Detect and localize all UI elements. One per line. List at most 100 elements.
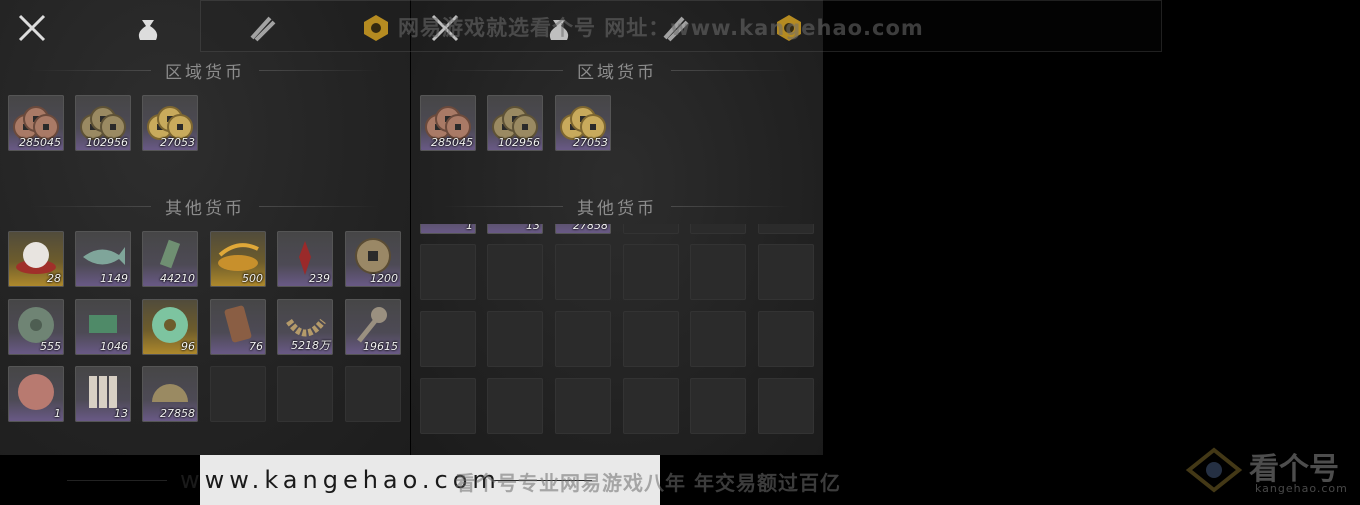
- item-slot[interactable]: 285045: [420, 95, 476, 151]
- item-slot[interactable]: 76: [210, 299, 266, 355]
- section-header-other: 其他货币: [0, 195, 410, 219]
- divider: [671, 69, 791, 71]
- item-slot[interactable]: 19615: [345, 299, 401, 355]
- item-quantity: 239: [309, 272, 330, 285]
- divider: [31, 205, 151, 207]
- divider: [67, 480, 167, 481]
- empty-slot: [623, 311, 679, 367]
- clipped-slot-strip: [758, 224, 814, 234]
- item-slot[interactable]: 27053: [555, 95, 611, 151]
- divider: [259, 69, 379, 71]
- item-slot[interactable]: 555: [8, 299, 64, 355]
- item-quantity: 27858: [573, 224, 608, 232]
- divider: [31, 69, 151, 71]
- item-slot: 27858: [555, 224, 611, 234]
- item-slot[interactable]: 102956: [75, 95, 131, 151]
- item-quantity: 285045: [431, 136, 473, 149]
- item-quantity: 1046: [100, 340, 128, 353]
- empty-slot: [345, 366, 401, 422]
- item-quantity: 27053: [160, 136, 195, 149]
- item-quantity: 555: [40, 340, 61, 353]
- pouch-icon: [138, 20, 158, 40]
- item-quantity: 102956: [86, 136, 128, 149]
- eye-logo-icon: [1185, 447, 1243, 493]
- crossed-swords-icon: [18, 14, 46, 42]
- empty-slot: [555, 378, 611, 434]
- item-quantity: 500: [242, 272, 263, 285]
- watermark-logo: 看个号 kangehao.com: [1185, 438, 1355, 500]
- item-quantity: 13: [114, 407, 128, 420]
- item-slot[interactable]: 1046: [75, 299, 131, 355]
- empty-slot: [210, 366, 266, 422]
- watermark-url: www.kangehao.com: [180, 466, 501, 494]
- empty-slot: [690, 311, 746, 367]
- item-quantity: 13: [526, 224, 540, 232]
- empty-slot: [623, 244, 679, 300]
- section-title-other: 其他货币: [577, 198, 657, 219]
- inventory-panel-right: 区域货币 其他货币 285045 102956 27053 1 13 27858: [411, 0, 823, 455]
- empty-slot: [690, 244, 746, 300]
- empty-slot: [555, 311, 611, 367]
- item-quantity: 1149: [100, 272, 128, 285]
- empty-slot: [623, 224, 679, 234]
- item-quantity: 27858: [160, 407, 195, 420]
- empty-slot: [555, 244, 611, 300]
- watermark-text-top: 网易游戏就选看个号 网址：www.kangehao.com: [398, 16, 924, 40]
- empty-slot: [487, 378, 543, 434]
- inventory-panel-left: 区域货币 其他货币 285045 102956 27053 28 1149 44210 50…: [0, 0, 410, 455]
- item-quantity: 102956: [498, 136, 540, 149]
- section-header-other: 其他货币: [411, 195, 823, 219]
- item-slot[interactable]: 285045: [8, 95, 64, 151]
- divider: [443, 69, 563, 71]
- section-title-other: 其他货币: [165, 198, 245, 219]
- item-slot[interactable]: 102956: [487, 95, 543, 151]
- item-slot[interactable]: 1149: [75, 231, 131, 287]
- item-quantity: 44210: [160, 272, 195, 285]
- item-slot[interactable]: 1200: [345, 231, 401, 287]
- item-slot[interactable]: 5218万: [277, 299, 333, 355]
- empty-slot: [487, 244, 543, 300]
- empty-slot: [420, 244, 476, 300]
- empty-slot: [277, 366, 333, 422]
- item-quantity: 1: [466, 224, 473, 232]
- clipped-slot-strip: 1: [420, 224, 476, 234]
- item-quantity: 27053: [573, 136, 608, 149]
- clipped-slot-strip: [623, 224, 679, 234]
- divider: [671, 205, 791, 207]
- section-header-regional: 区域货币: [411, 59, 823, 83]
- item-quantity: 19615: [363, 340, 398, 353]
- item-slot[interactable]: 96: [142, 299, 198, 355]
- item-quantity: 1200: [370, 272, 398, 285]
- empty-slot: [758, 311, 814, 367]
- item-slot: 1: [420, 224, 476, 234]
- item-slot[interactable]: 500: [210, 231, 266, 287]
- empty-slot: [420, 311, 476, 367]
- watermark-text-bottom: 看个号专业网易游戏八年 年交易额过百亿: [455, 471, 841, 495]
- item-slot[interactable]: 27053: [142, 95, 198, 151]
- empty-slot: [690, 378, 746, 434]
- clipped-slot-strip: [690, 224, 746, 234]
- section-title-regional: 区域货币: [165, 62, 245, 83]
- item-slot[interactable]: 28: [8, 231, 64, 287]
- item-slot[interactable]: 13: [75, 366, 131, 422]
- empty-slot: [758, 224, 814, 234]
- item-slot[interactable]: 1: [8, 366, 64, 422]
- empty-slot: [690, 224, 746, 234]
- red-stone-icon: [18, 374, 54, 410]
- item-quantity: 285045: [19, 136, 61, 149]
- item-quantity: 76: [249, 340, 263, 353]
- empty-slot: [487, 311, 543, 367]
- divider: [443, 205, 563, 207]
- tab-bag[interactable]: [126, 6, 170, 50]
- item-slot[interactable]: 239: [277, 231, 333, 287]
- item-quantity: 28: [47, 272, 61, 285]
- section-title-regional: 区域货币: [577, 62, 657, 83]
- item-slot[interactable]: 27858: [142, 366, 198, 422]
- item-slot: 13: [487, 224, 543, 234]
- item-quantity: 1: [54, 407, 61, 420]
- item-slot[interactable]: 44210: [142, 231, 198, 287]
- section-header-regional: 区域货币: [0, 59, 410, 83]
- logo-subtext: kangehao.com: [1255, 482, 1348, 495]
- empty-slot: [623, 378, 679, 434]
- tab-weapons[interactable]: [10, 6, 54, 50]
